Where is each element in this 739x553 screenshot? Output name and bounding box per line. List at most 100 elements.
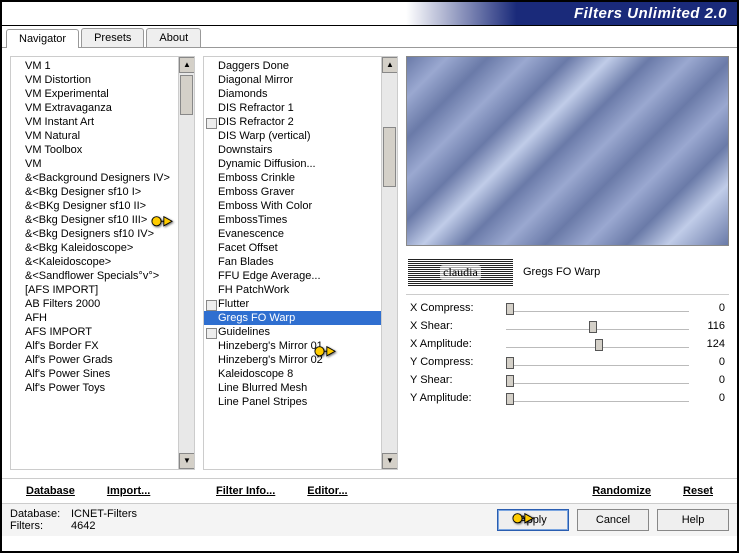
slider-thumb[interactable]	[595, 339, 603, 351]
param-label: X Compress:	[410, 302, 500, 314]
filter-item[interactable]: Diagonal Mirror	[204, 73, 381, 87]
filters-count-label: Filters:	[10, 520, 65, 532]
param-slider[interactable]	[506, 391, 689, 405]
randomize-link[interactable]: Randomize	[588, 483, 655, 499]
apply-button[interactable]: Apply	[497, 509, 569, 531]
param-value: 116	[695, 320, 725, 332]
reset-link[interactable]: Reset	[679, 483, 717, 499]
scroll-thumb[interactable]	[180, 75, 193, 115]
help-button[interactable]: Help	[657, 509, 729, 531]
category-item[interactable]: VM Natural	[11, 129, 178, 143]
category-item[interactable]: AFH	[11, 311, 178, 325]
database-link[interactable]: Database	[22, 483, 79, 499]
filter-item[interactable]: Line Panel Stripes	[204, 395, 381, 409]
filter-item[interactable]: DIS Warp (vertical)	[204, 129, 381, 143]
editor-link[interactable]: Editor...	[303, 483, 351, 499]
category-item[interactable]: VM	[11, 157, 178, 171]
category-item[interactable]: AFS IMPORT	[11, 325, 178, 339]
category-column: VM 1VM DistortionVM ExperimentalVM Extra…	[10, 56, 195, 470]
scroll-thumb[interactable]	[383, 127, 396, 187]
param-label: Y Compress:	[410, 356, 500, 368]
import-link[interactable]: Import...	[103, 483, 154, 499]
main-panel: VM 1VM DistortionVM ExperimentalVM Extra…	[2, 48, 737, 478]
slider-thumb[interactable]	[506, 393, 514, 405]
filter-item[interactable]: Guidelines	[204, 325, 381, 339]
category-item[interactable]: &<Bkg Designers sf10 IV>	[11, 227, 178, 241]
tab-navigator[interactable]: Navigator	[6, 29, 79, 48]
param-slider[interactable]	[506, 373, 689, 387]
category-item[interactable]: &<Sandflower Specials°v°>	[11, 269, 178, 283]
scroll-down-icon[interactable]: ▼	[179, 453, 194, 469]
dialog-buttons: Apply Cancel Help	[497, 509, 729, 531]
filter-item[interactable]: Hinzeberg's Mirror 02	[204, 353, 381, 367]
category-item[interactable]: VM 1	[11, 59, 178, 73]
category-item[interactable]: Alf's Power Sines	[11, 367, 178, 381]
filter-item[interactable]: DIS Refractor 2	[204, 115, 381, 129]
filter-item[interactable]: Diamonds	[204, 87, 381, 101]
filter-item[interactable]: Daggers Done	[204, 59, 381, 73]
category-item[interactable]: Alf's Power Grads	[11, 353, 178, 367]
cancel-button[interactable]: Cancel	[577, 509, 649, 531]
tab-presets[interactable]: Presets	[81, 28, 144, 47]
param-slider[interactable]	[506, 319, 689, 333]
filter-item[interactable]: Emboss With Color	[204, 199, 381, 213]
filter-item[interactable]: EmbossTimes	[204, 213, 381, 227]
slider-thumb[interactable]	[506, 375, 514, 387]
slider-thumb[interactable]	[589, 321, 597, 333]
category-item[interactable]: Alf's Power Toys	[11, 381, 178, 395]
category-item[interactable]: VM Instant Art	[11, 115, 178, 129]
filter-item[interactable]: Hinzeberg's Mirror 01	[204, 339, 381, 353]
param-value: 124	[695, 338, 725, 350]
category-list[interactable]: VM 1VM DistortionVM ExperimentalVM Extra…	[11, 57, 178, 469]
category-item[interactable]: &<Kaleidoscope>	[11, 255, 178, 269]
filter-item[interactable]: Emboss Graver	[204, 185, 381, 199]
parameter-panel: X Compress:0X Shear:116X Amplitude:124Y …	[406, 294, 729, 407]
param-row: X Shear: 116	[406, 317, 729, 335]
author-logo: claudia	[408, 258, 513, 286]
filter-item[interactable]: Line Blurred Mesh	[204, 381, 381, 395]
filter-item[interactable]: Emboss Crinkle	[204, 171, 381, 185]
slider-thumb[interactable]	[506, 303, 514, 315]
param-label: Y Shear:	[410, 374, 500, 386]
filter-item[interactable]: FFU Edge Average...	[204, 269, 381, 283]
scroll-up-icon[interactable]: ▲	[179, 57, 194, 73]
scroll-up-icon[interactable]: ▲	[382, 57, 397, 73]
category-item[interactable]: &<Background Designers IV>	[11, 171, 178, 185]
category-item[interactable]: &<BKg Designer sf10 II>	[11, 199, 178, 213]
db-label: Database:	[10, 508, 65, 520]
category-item[interactable]: &<Bkg Designer sf10 I>	[11, 185, 178, 199]
filter-item[interactable]: Kaleidoscope 8	[204, 367, 381, 381]
filter-scrollbar[interactable]: ▲ ▼	[381, 57, 397, 469]
filter-item[interactable]: Gregs FO Warp	[204, 311, 381, 325]
filter-list[interactable]: Daggers DoneDiagonal MirrorDiamondsDIS R…	[204, 57, 381, 469]
category-item[interactable]: &<Bkg Kaleidoscope>	[11, 241, 178, 255]
category-item[interactable]: VM Extravaganza	[11, 101, 178, 115]
param-slider[interactable]	[506, 301, 689, 315]
slider-thumb[interactable]	[506, 357, 514, 369]
category-item[interactable]: &<Bkg Designer sf10 III>	[11, 213, 178, 227]
tab-about[interactable]: About	[146, 28, 201, 47]
category-scrollbar[interactable]: ▲ ▼	[178, 57, 194, 469]
link-row: Database Import... Filter Info... Editor…	[2, 478, 737, 503]
param-value: 0	[695, 392, 725, 404]
filter-info-link[interactable]: Filter Info...	[212, 483, 279, 499]
filter-item[interactable]: Fan Blades	[204, 255, 381, 269]
category-item[interactable]: Alf's Border FX	[11, 339, 178, 353]
filter-item[interactable]: FH PatchWork	[204, 283, 381, 297]
scroll-down-icon[interactable]: ▼	[382, 453, 397, 469]
filter-item[interactable]: Downstairs	[204, 143, 381, 157]
category-item[interactable]: VM Distortion	[11, 73, 178, 87]
filter-item[interactable]: Flutter	[204, 297, 381, 311]
category-item[interactable]: VM Experimental	[11, 87, 178, 101]
param-slider[interactable]	[506, 355, 689, 369]
filter-item[interactable]: DIS Refractor 1	[204, 101, 381, 115]
category-item[interactable]: VM Toolbox	[11, 143, 178, 157]
preview-column: claudia Gregs FO Warp X Compress:0X Shea…	[406, 56, 729, 470]
category-item[interactable]: AB Filters 2000	[11, 297, 178, 311]
param-slider[interactable]	[506, 337, 689, 351]
category-item[interactable]: [AFS IMPORT]	[11, 283, 178, 297]
filter-item[interactable]: Dynamic Diffusion...	[204, 157, 381, 171]
filter-item[interactable]: Evanescence	[204, 227, 381, 241]
param-label: X Shear:	[410, 320, 500, 332]
filter-item[interactable]: Facet Offset	[204, 241, 381, 255]
